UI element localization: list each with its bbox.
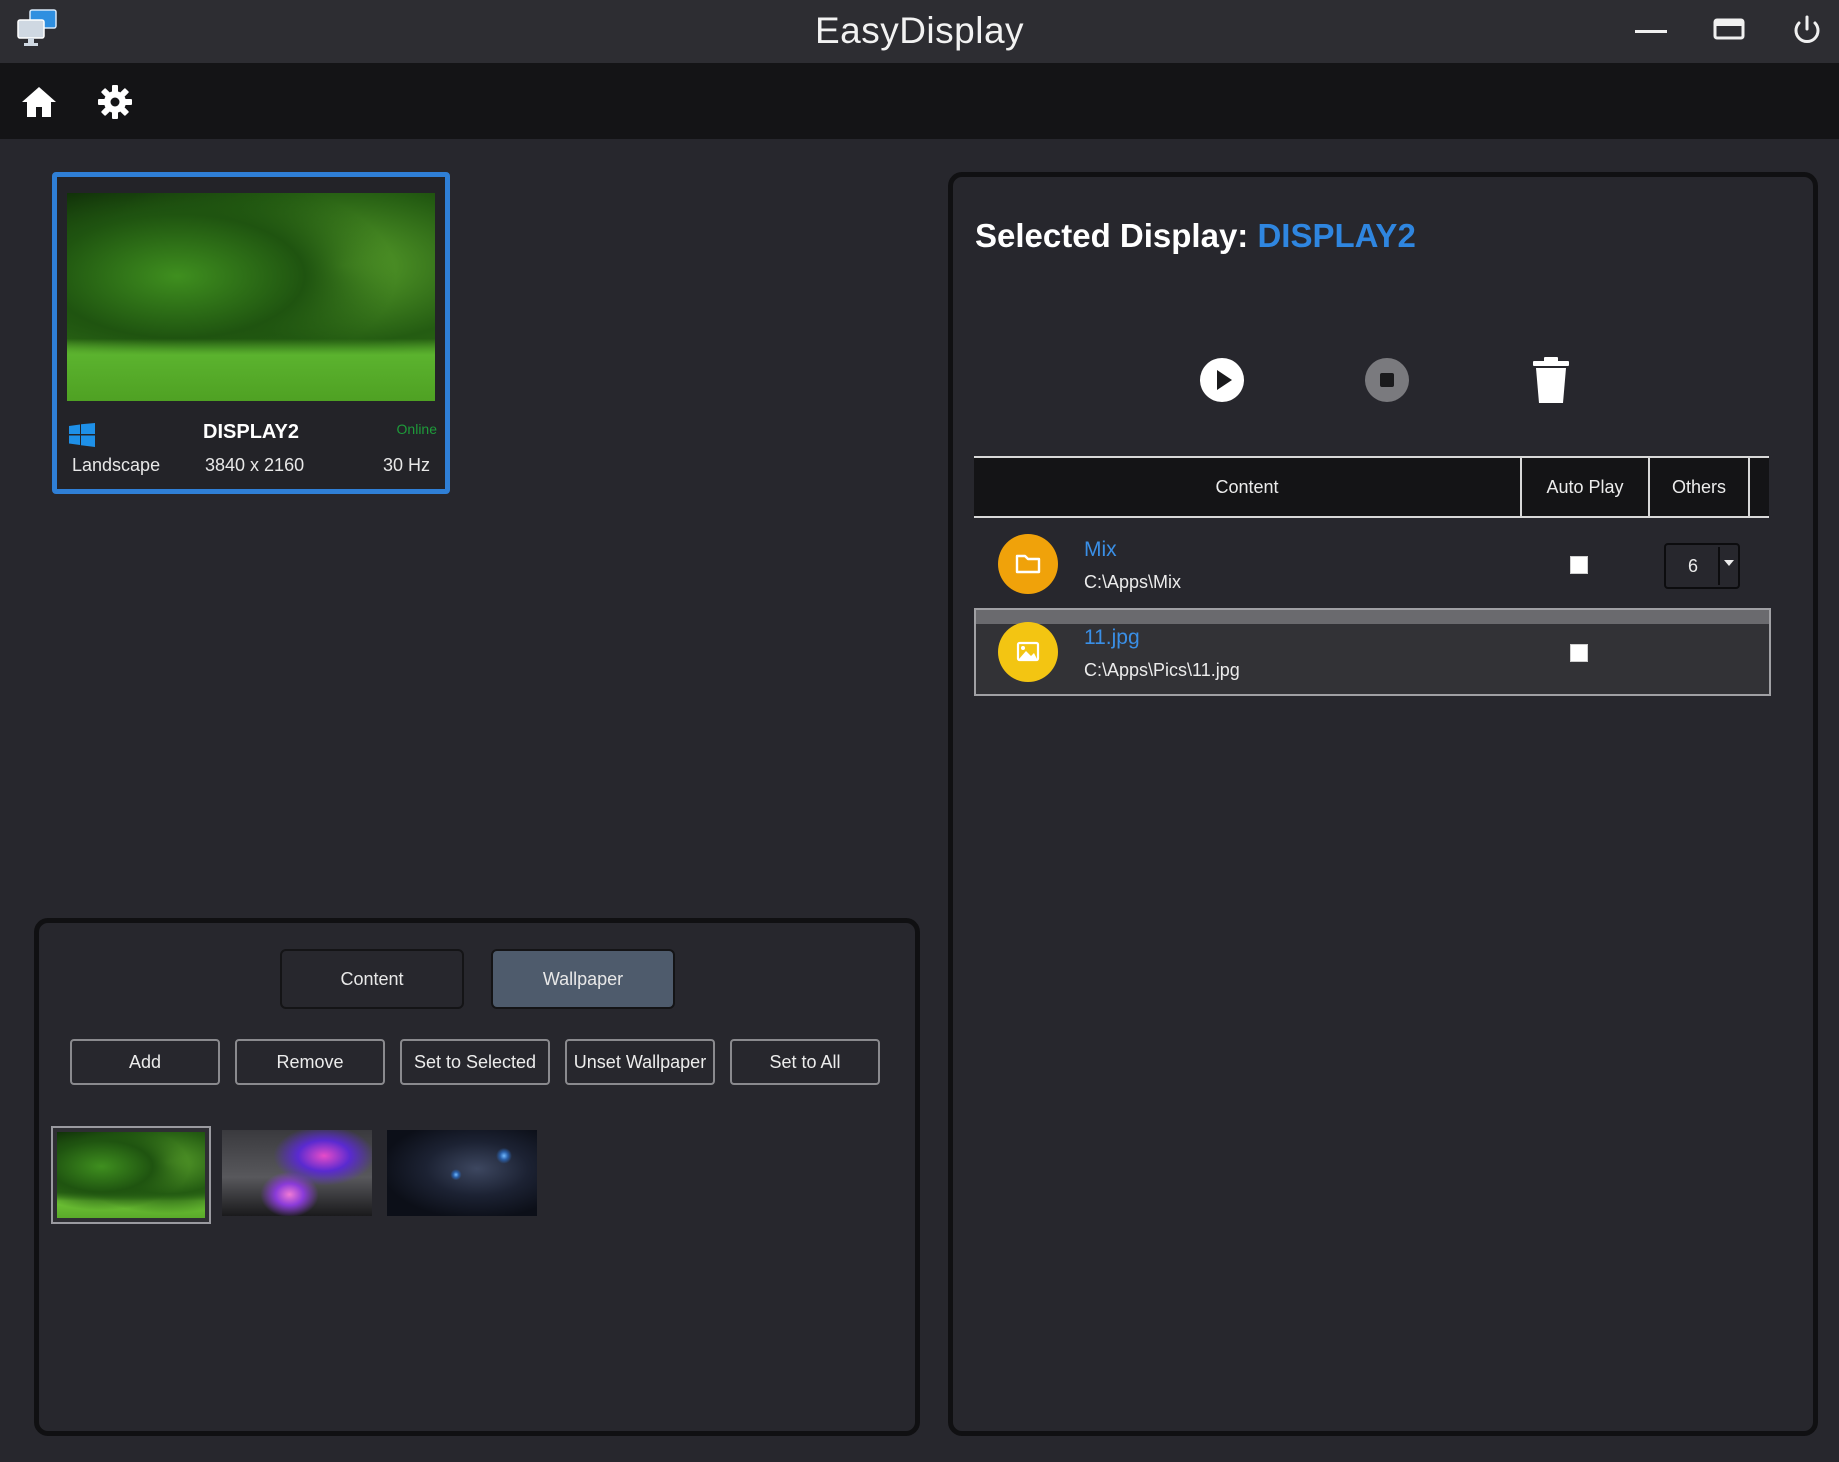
display-wallpaper-preview xyxy=(67,193,435,401)
selected-display-title: Selected Display: DISPLAY2 xyxy=(975,217,1416,255)
forest-image xyxy=(57,1132,205,1218)
table-row[interactable]: 11.jpg C:\Apps\Pics\11.jpg xyxy=(974,608,1771,696)
content-path: C:\Apps\Mix xyxy=(1084,572,1182,592)
column-header-others[interactable]: Others xyxy=(1650,458,1750,516)
column-header-content[interactable]: Content xyxy=(974,458,1522,516)
auto-play-checkbox[interactable] xyxy=(1570,556,1588,574)
selected-display-name: DISPLAY2 xyxy=(1257,217,1416,254)
title-bar: EasyDisplay xyxy=(0,0,1839,63)
power-button[interactable] xyxy=(1787,14,1827,46)
wallpaper-thumbnail-forest[interactable] xyxy=(51,1126,211,1224)
unset-wallpaper-button[interactable]: Unset Wallpaper xyxy=(565,1039,715,1085)
remove-button[interactable]: Remove xyxy=(235,1039,385,1085)
content-name-link[interactable]: 11.jpg xyxy=(1084,626,1140,650)
display-refresh-rate: 30 Hz xyxy=(382,455,430,475)
set-to-selected-button[interactable]: Set to Selected xyxy=(400,1039,550,1085)
tab-wallpaper[interactable]: Wallpaper xyxy=(491,949,675,1009)
home-icon[interactable] xyxy=(20,83,58,121)
others-number-select[interactable]: 6 xyxy=(1664,543,1740,589)
wallpaper-thumbnail-galaxy-bottle[interactable] xyxy=(222,1130,372,1216)
content-table-header: Content Auto Play Others xyxy=(974,456,1769,518)
selected-display-label: Selected Display: xyxy=(975,217,1249,254)
table-row[interactable]: Mix C:\Apps\Mix 6 xyxy=(974,520,1771,608)
display-orientation: Landscape xyxy=(72,455,161,475)
display-card[interactable]: DISPLAY2 Online Landscape 3840 x 2160 30… xyxy=(52,172,450,494)
toolbar xyxy=(0,63,1839,139)
content-name-link[interactable]: Mix xyxy=(1084,538,1117,562)
column-header-auto-play[interactable]: Auto Play xyxy=(1522,458,1650,516)
folder-icon xyxy=(998,534,1058,594)
chevron-down-icon[interactable] xyxy=(1724,560,1734,566)
add-button[interactable]: Add xyxy=(70,1039,220,1085)
trash-button[interactable] xyxy=(1528,355,1574,405)
minimize-button[interactable] xyxy=(1631,14,1671,46)
others-number-value: 6 xyxy=(1688,556,1699,576)
select-divider xyxy=(1718,547,1720,585)
display-status: Online xyxy=(396,421,437,437)
row-selection-stripe xyxy=(976,610,1769,624)
auto-play-checkbox[interactable] xyxy=(1570,644,1588,662)
app-title: EasyDisplay xyxy=(814,10,1025,51)
wallpaper-thumbnail-black-cat[interactable] xyxy=(387,1130,537,1216)
wallpaper-panel: Content Wallpaper Add Remove Set to Sele… xyxy=(34,918,920,1436)
play-button[interactable] xyxy=(1199,357,1245,403)
set-to-all-button[interactable]: Set to All xyxy=(730,1039,880,1085)
maximize-button[interactable] xyxy=(1709,14,1749,46)
stop-button[interactable] xyxy=(1364,357,1410,403)
tab-content[interactable]: Content xyxy=(280,949,464,1009)
content-path: C:\Apps\Pics\11.jpg xyxy=(1084,660,1240,680)
gear-icon[interactable] xyxy=(96,83,134,121)
selected-display-panel: Selected Display: DISPLAY2 Content Auto … xyxy=(948,172,1818,1436)
image-icon xyxy=(998,622,1058,682)
display-resolution: 3840 x 2160 xyxy=(205,455,305,475)
display-name: DISPLAY2 xyxy=(203,421,299,443)
